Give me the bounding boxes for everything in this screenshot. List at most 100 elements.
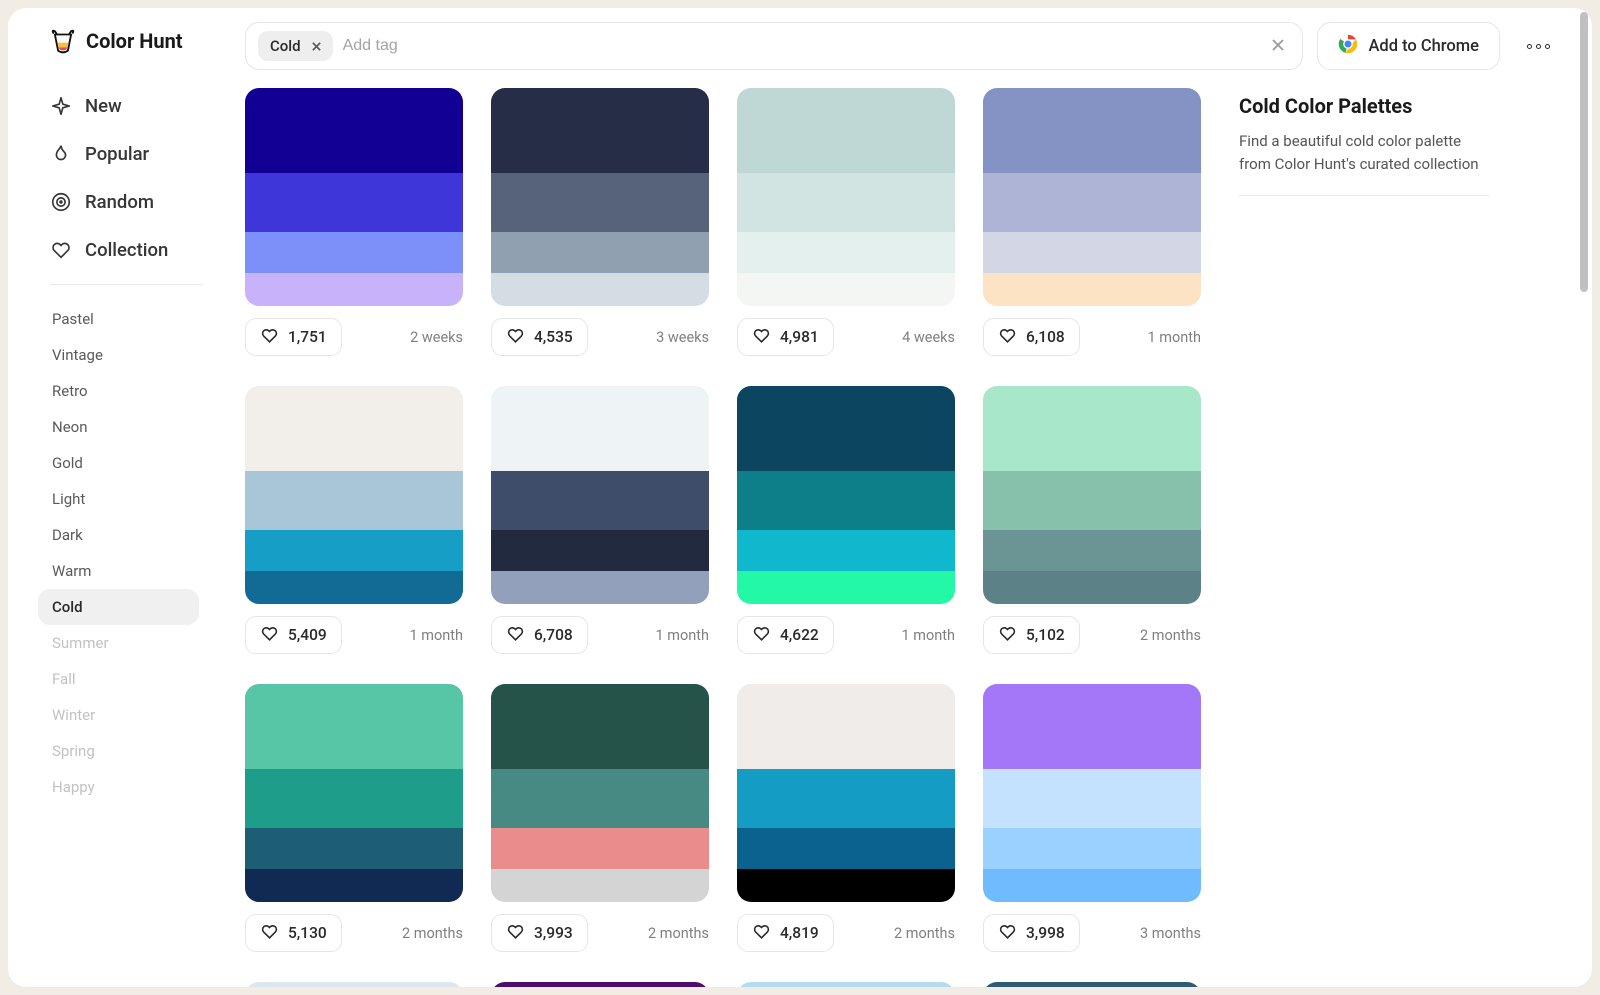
swatch[interactable] xyxy=(491,386,709,471)
swatch[interactable] xyxy=(245,869,463,902)
brand-logo[interactable]: Color Hunt xyxy=(8,28,223,82)
tag-item-summer[interactable]: Summer xyxy=(38,625,199,661)
palette-swatches[interactable] xyxy=(983,982,1201,987)
swatch[interactable] xyxy=(983,173,1201,232)
tag-item-dark[interactable]: Dark xyxy=(38,517,199,553)
swatch[interactable] xyxy=(737,769,955,828)
palette-swatches[interactable] xyxy=(737,982,955,987)
swatch[interactable] xyxy=(737,869,955,902)
palette-swatches[interactable] xyxy=(491,684,709,902)
scrollbar[interactable] xyxy=(1580,12,1588,983)
tag-item-happy[interactable]: Happy xyxy=(38,769,199,805)
swatch[interactable] xyxy=(245,232,463,273)
swatch[interactable] xyxy=(737,684,955,769)
swatch[interactable] xyxy=(983,530,1201,571)
tag-item-winter[interactable]: Winter xyxy=(38,697,199,733)
swatch[interactable] xyxy=(491,232,709,273)
tag-item-cold[interactable]: Cold xyxy=(38,589,199,625)
swatch[interactable] xyxy=(491,571,709,604)
swatch[interactable] xyxy=(983,769,1201,828)
like-button[interactable]: 6,708 xyxy=(491,616,588,654)
swatch[interactable] xyxy=(245,173,463,232)
swatch[interactable] xyxy=(983,273,1201,306)
like-button[interactable]: 4,535 xyxy=(491,318,588,356)
palette-swatches[interactable] xyxy=(983,88,1201,306)
swatch[interactable] xyxy=(983,471,1201,530)
like-button[interactable]: 3,998 xyxy=(983,914,1080,952)
add-to-chrome-button[interactable]: Add to Chrome xyxy=(1317,22,1500,70)
swatch[interactable] xyxy=(737,232,955,273)
tag-item-spring[interactable]: Spring xyxy=(38,733,199,769)
tag-item-vintage[interactable]: Vintage xyxy=(38,337,199,373)
like-button[interactable]: 1,751 xyxy=(245,318,342,356)
swatch[interactable] xyxy=(737,571,955,604)
like-button[interactable]: 4,819 xyxy=(737,914,834,952)
nav-random[interactable]: Random xyxy=(50,178,223,226)
swatch[interactable] xyxy=(737,88,955,173)
swatch[interactable] xyxy=(983,232,1201,273)
tag-item-retro[interactable]: Retro xyxy=(38,373,199,409)
swatch[interactable] xyxy=(245,769,463,828)
swatch[interactable] xyxy=(983,684,1201,769)
palette-swatches[interactable] xyxy=(737,386,955,604)
tag-item-pastel[interactable]: Pastel xyxy=(38,301,199,337)
swatch[interactable] xyxy=(491,684,709,769)
swatch[interactable] xyxy=(737,471,955,530)
swatch[interactable] xyxy=(983,571,1201,604)
like-button[interactable]: 6,108 xyxy=(983,318,1080,356)
palette-swatches[interactable] xyxy=(737,88,955,306)
swatch[interactable] xyxy=(245,530,463,571)
clear-search-icon[interactable] xyxy=(1270,37,1288,55)
swatch[interactable] xyxy=(983,386,1201,471)
swatch[interactable] xyxy=(491,88,709,173)
tag-item-fall[interactable]: Fall xyxy=(38,661,199,697)
search-input[interactable] xyxy=(343,37,1291,55)
like-button[interactable]: 5,409 xyxy=(245,616,342,654)
more-menu-button[interactable] xyxy=(1514,22,1562,70)
swatch[interactable] xyxy=(245,571,463,604)
chip-remove-icon[interactable] xyxy=(309,38,325,54)
nav-new[interactable]: New xyxy=(50,82,223,130)
swatch[interactable] xyxy=(983,828,1201,869)
swatch[interactable] xyxy=(491,828,709,869)
palette-swatches[interactable] xyxy=(491,982,709,987)
palette-swatches[interactable] xyxy=(245,386,463,604)
swatch[interactable] xyxy=(983,88,1201,173)
swatch[interactable] xyxy=(737,273,955,306)
swatch[interactable] xyxy=(245,88,463,173)
swatch[interactable] xyxy=(737,386,955,471)
swatch[interactable] xyxy=(245,471,463,530)
swatch[interactable] xyxy=(245,684,463,769)
palette-swatches[interactable] xyxy=(983,684,1201,902)
swatch[interactable] xyxy=(491,273,709,306)
tag-item-light[interactable]: Light xyxy=(38,481,199,517)
swatch[interactable] xyxy=(245,828,463,869)
like-button[interactable]: 4,981 xyxy=(737,318,834,356)
swatch[interactable] xyxy=(491,869,709,902)
like-button[interactable]: 5,102 xyxy=(983,616,1080,654)
tag-item-neon[interactable]: Neon xyxy=(38,409,199,445)
palette-swatches[interactable] xyxy=(983,386,1201,604)
swatch[interactable] xyxy=(491,173,709,232)
palette-swatches[interactable] xyxy=(245,982,463,987)
swatch[interactable] xyxy=(491,769,709,828)
palette-swatches[interactable] xyxy=(737,684,955,902)
swatch[interactable] xyxy=(983,869,1201,902)
scrollbar-thumb[interactable] xyxy=(1580,12,1588,292)
swatch[interactable] xyxy=(491,471,709,530)
swatch[interactable] xyxy=(737,530,955,571)
like-button[interactable]: 4,622 xyxy=(737,616,834,654)
palette-swatches[interactable] xyxy=(245,88,463,306)
tag-item-warm[interactable]: Warm xyxy=(38,553,199,589)
swatch[interactable] xyxy=(737,173,955,232)
like-button[interactable]: 5,130 xyxy=(245,914,342,952)
tag-item-gold[interactable]: Gold xyxy=(38,445,199,481)
palette-swatches[interactable] xyxy=(245,684,463,902)
like-button[interactable]: 3,993 xyxy=(491,914,588,952)
nav-collection[interactable]: Collection xyxy=(50,226,223,274)
swatch[interactable] xyxy=(245,386,463,471)
nav-popular[interactable]: Popular xyxy=(50,130,223,178)
search-bar[interactable]: Cold xyxy=(245,22,1303,70)
palette-swatches[interactable] xyxy=(491,386,709,604)
swatch[interactable] xyxy=(491,530,709,571)
